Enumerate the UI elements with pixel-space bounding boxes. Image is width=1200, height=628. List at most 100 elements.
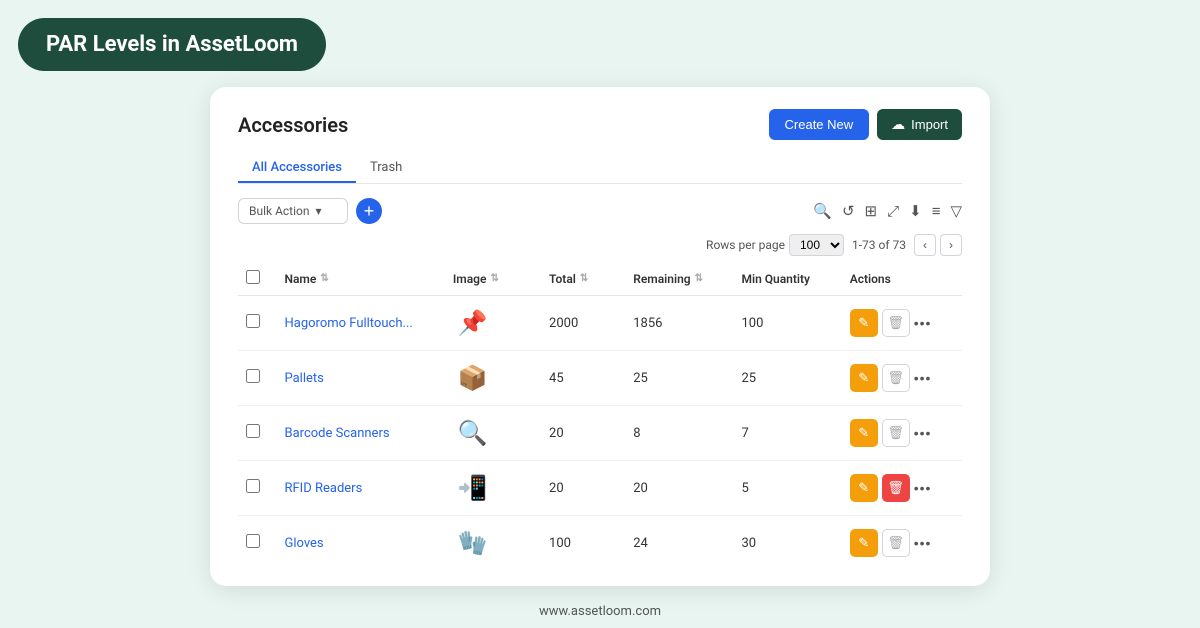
item-remaining: 24 (625, 516, 733, 571)
table-row: Hagoromo Fulltouch... 📌 2000 1856 100 ✎ … (238, 296, 962, 351)
row-checkbox[interactable] (246, 424, 260, 438)
delete-button[interactable]: 🗑 (882, 529, 910, 557)
item-image: 📲 (453, 471, 493, 505)
bulk-action-dropdown[interactable]: Bulk Action ▾ (238, 198, 348, 224)
row-checkbox[interactable] (246, 314, 260, 328)
download-icon[interactable]: ⬇ (909, 202, 922, 220)
edit-button[interactable]: ✎ (850, 364, 878, 392)
table-header-row: Name ⇅ Image ⇅ Total ⇅ (238, 262, 962, 296)
name-sort-icon: ⇅ (320, 273, 328, 284)
header-actions: Create New ☁ Import (769, 109, 962, 140)
header-banner: PAR Levels in AssetLoom (18, 18, 326, 71)
item-remaining: 25 (625, 351, 733, 406)
item-total: 20 (541, 461, 625, 516)
row-checkbox[interactable] (246, 369, 260, 383)
tab-trash[interactable]: Trash (356, 154, 416, 183)
footer-url: www.assetloom.com (539, 604, 661, 619)
actions-group: ✎ 🗑 ••• (850, 419, 954, 447)
actions-group: ✎ 🗑 ••• (850, 474, 954, 502)
table-row: Pallets 📦 45 25 25 ✎ 🗑 ••• (238, 351, 962, 406)
item-min-quantity: 100 (733, 296, 841, 351)
item-name-link[interactable]: Pallets (284, 371, 323, 386)
item-image: 📌 (453, 306, 493, 340)
rows-per-page-select[interactable]: 100 50 25 (789, 234, 844, 256)
page-title: PAR Levels in AssetLoom (46, 32, 298, 57)
actions-col-header: Actions (850, 272, 891, 286)
next-page-button[interactable]: › (940, 234, 962, 256)
row-checkbox[interactable] (246, 479, 260, 493)
card-header: Accessories Create New ☁ Import (238, 109, 962, 140)
item-remaining: 8 (625, 406, 733, 461)
import-button[interactable]: ☁ Import (877, 109, 962, 140)
filter-alt-icon[interactable]: ≡ (932, 202, 941, 220)
item-total: 2000 (541, 296, 625, 351)
item-name-link[interactable]: Gloves (284, 536, 323, 551)
expand-icon[interactable]: ⤢ (887, 202, 899, 220)
item-name-link[interactable]: Barcode Scanners (284, 426, 389, 441)
total-col-header: Total (549, 272, 576, 286)
filter-icon[interactable]: ▽ (950, 202, 962, 220)
remaining-col-header: Remaining (633, 272, 690, 286)
add-button[interactable]: + (356, 198, 382, 224)
import-label: Import (911, 117, 948, 132)
delete-button[interactable]: 🗑 (882, 474, 910, 502)
actions-group: ✎ 🗑 ••• (850, 364, 954, 392)
grid-icon[interactable]: ⊞ (865, 202, 878, 220)
image-col-header: Image (453, 272, 487, 286)
rows-per-page: Rows per page 100 50 25 (706, 234, 844, 256)
cloud-icon: ☁ (891, 116, 905, 133)
toolbar: Bulk Action ▾ + 🔍 ↺ ⊞ ⤢ ⬇ ≡ ▽ (238, 198, 962, 224)
more-button[interactable]: ••• (914, 425, 932, 441)
table-row: RFID Readers 📲 20 20 5 ✎ 🗑 ••• (238, 461, 962, 516)
toolbar-right: 🔍 ↺ ⊞ ⤢ ⬇ ≡ ▽ (813, 202, 962, 220)
select-all-checkbox[interactable] (246, 270, 260, 284)
item-min-quantity: 25 (733, 351, 841, 406)
more-button[interactable]: ••• (914, 535, 932, 551)
delete-button[interactable]: 🗑 (882, 364, 910, 392)
chevron-down-icon: ▾ (316, 204, 322, 218)
remaining-sort-icon: ⇅ (695, 273, 703, 284)
more-button[interactable]: ••• (914, 370, 932, 386)
more-button[interactable]: ••• (914, 315, 932, 331)
pagination-nav: ‹ › (914, 234, 962, 256)
item-total: 100 (541, 516, 625, 571)
row-checkbox[interactable] (246, 534, 260, 548)
pagination-bar: Rows per page 100 50 25 1-73 of 73 ‹ › (238, 234, 962, 256)
table-row: Barcode Scanners 🔍 20 8 7 ✎ 🗑 ••• (238, 406, 962, 461)
total-sort-icon: ⇅ (580, 273, 588, 284)
rows-per-page-label: Rows per page (706, 238, 785, 252)
more-button[interactable]: ••• (914, 480, 932, 496)
edit-button[interactable]: ✎ (850, 474, 878, 502)
actions-group: ✎ 🗑 ••• (850, 529, 954, 557)
item-name-link[interactable]: Hagoromo Fulltouch... (284, 316, 412, 331)
accessories-table: Name ⇅ Image ⇅ Total ⇅ (238, 262, 962, 570)
delete-button[interactable]: 🗑 (882, 419, 910, 447)
item-min-quantity: 5 (733, 461, 841, 516)
delete-button[interactable]: 🗑 (882, 309, 910, 337)
item-total: 45 (541, 351, 625, 406)
search-icon[interactable]: 🔍 (813, 202, 832, 220)
item-remaining: 1856 (625, 296, 733, 351)
toolbar-left: Bulk Action ▾ + (238, 198, 382, 224)
item-name-link[interactable]: RFID Readers (284, 481, 362, 496)
pagination-info: 1-73 of 73 (852, 238, 906, 252)
create-new-button[interactable]: Create New (769, 109, 870, 140)
bulk-action-label: Bulk Action (249, 204, 310, 218)
actions-group: ✎ 🗑 ••• (850, 309, 954, 337)
edit-button[interactable]: ✎ (850, 309, 878, 337)
item-min-quantity: 7 (733, 406, 841, 461)
tabs-bar: All Accessories Trash (238, 154, 962, 184)
tab-all-accessories[interactable]: All Accessories (238, 154, 356, 183)
prev-page-button[interactable]: ‹ (914, 234, 936, 256)
item-image: 📦 (453, 361, 493, 395)
edit-button[interactable]: ✎ (850, 419, 878, 447)
item-total: 20 (541, 406, 625, 461)
refresh-icon[interactable]: ↺ (842, 202, 855, 220)
main-card: Accessories Create New ☁ Import All Acce… (210, 87, 990, 586)
image-sort-icon: ⇅ (490, 273, 498, 284)
card-title: Accessories (238, 113, 348, 137)
footer: www.assetloom.com (539, 604, 661, 619)
item-min-quantity: 30 (733, 516, 841, 571)
edit-button[interactable]: ✎ (850, 529, 878, 557)
item-remaining: 20 (625, 461, 733, 516)
